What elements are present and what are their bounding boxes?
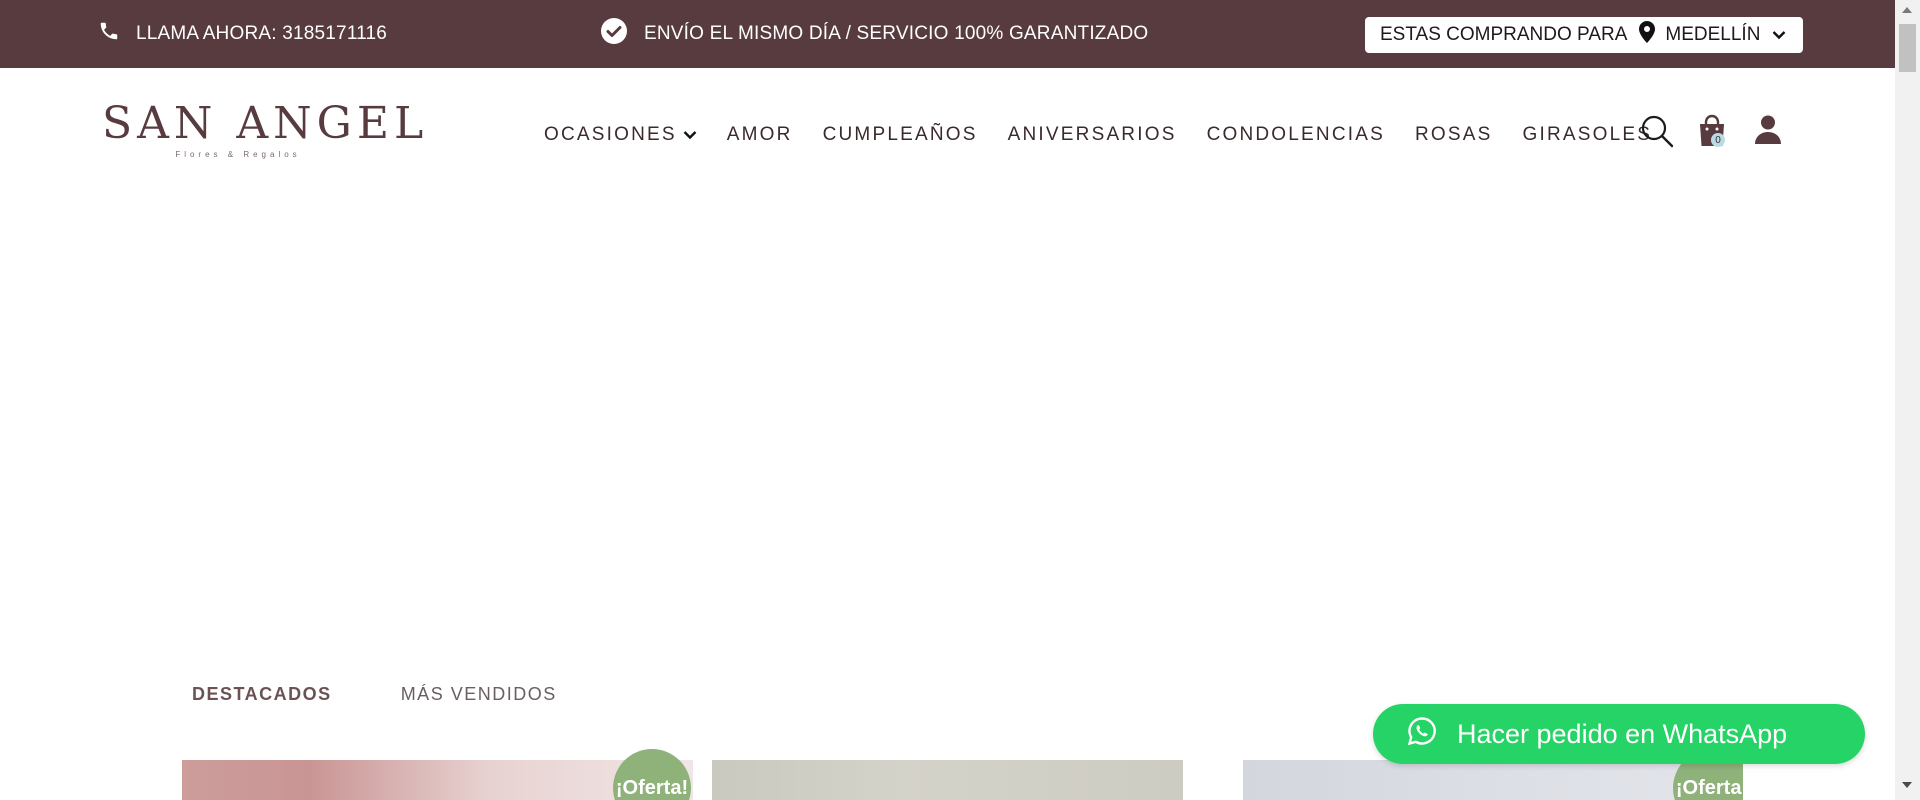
scroll-thumb[interactable] xyxy=(1899,24,1916,72)
nav-label: OCASIONES xyxy=(544,124,677,145)
tab-destacados[interactable]: DESTACADOS xyxy=(192,684,332,705)
nav-item-rosas[interactable]: ROSAS xyxy=(1415,124,1493,146)
whatsapp-order-button[interactable]: Hacer pedido en WhatsApp xyxy=(1373,704,1865,764)
shopping-bag-icon[interactable]: 0 xyxy=(1697,114,1727,153)
scroll-down-arrow-icon[interactable] xyxy=(1902,782,1912,788)
phone-icon xyxy=(98,20,136,48)
nav-item-cumpleanos[interactable]: CUMPLEAÑOS xyxy=(823,124,978,146)
whatsapp-label: Hacer pedido en WhatsApp xyxy=(1457,718,1788,749)
chevron-down-icon xyxy=(1772,24,1786,46)
check-circle-icon xyxy=(600,17,644,51)
scroll-up-arrow-icon[interactable] xyxy=(1902,7,1912,13)
top-bar: LLAMA AHORA: 3185171116 ENVÍO EL MISMO D… xyxy=(0,0,1895,68)
product-tabs: DESTACADOS MÁS VENDIDOS xyxy=(192,684,626,705)
call-label: LLAMA AHORA: 3185171116 xyxy=(136,23,388,44)
city-prefix: ESTAS COMPRANDO PARA xyxy=(1380,24,1628,45)
site-logo[interactable]: SAN ANGEL Flores & Regalos xyxy=(102,98,429,166)
same-day-shipping: ENVÍO EL MISMO DÍA / SERVICIO 100% GARAN… xyxy=(600,0,1148,68)
nav-item-amor[interactable]: AMOR xyxy=(727,124,793,146)
nav-item-condolencias[interactable]: CONDOLENCIAS xyxy=(1207,124,1385,146)
nav-item-ocasiones[interactable]: OCASIONES xyxy=(544,124,697,146)
tab-mas-vendidos[interactable]: MÁS VENDIDOS xyxy=(401,684,557,705)
nav-item-aniversarios[interactable]: ANIVERSARIOS xyxy=(1008,124,1177,146)
nav-item-girasoles[interactable]: GIRASOLES xyxy=(1523,124,1653,146)
logo-title: SAN ANGEL xyxy=(102,98,429,149)
product-image xyxy=(1243,760,1743,800)
call-now[interactable]: LLAMA AHORA: 3185171116 xyxy=(98,0,387,68)
search-icon[interactable] xyxy=(1640,114,1674,153)
offer-badge: ¡Oferta! xyxy=(613,749,691,800)
chevron-down-icon xyxy=(683,131,697,140)
logo-subtitle: Flores & Regalos xyxy=(175,150,301,159)
user-icon[interactable] xyxy=(1754,114,1782,151)
map-pin-icon xyxy=(1639,21,1656,49)
cart-count: 0 xyxy=(1711,133,1725,147)
main-nav: OCASIONES AMOR CUMPLEAÑOS ANIVERSARIOS C… xyxy=(544,119,1652,151)
city-selector[interactable]: ESTAS COMPRANDO PARA MEDELLÍN xyxy=(1365,17,1803,53)
shipping-label: ENVÍO EL MISMO DÍA / SERVICIO 100% GARAN… xyxy=(644,23,1149,44)
product-card[interactable] xyxy=(712,760,1183,800)
city-name: MEDELLÍN xyxy=(1665,24,1761,45)
whatsapp-icon xyxy=(1407,716,1457,753)
page-scrollbar[interactable] xyxy=(1895,0,1920,800)
